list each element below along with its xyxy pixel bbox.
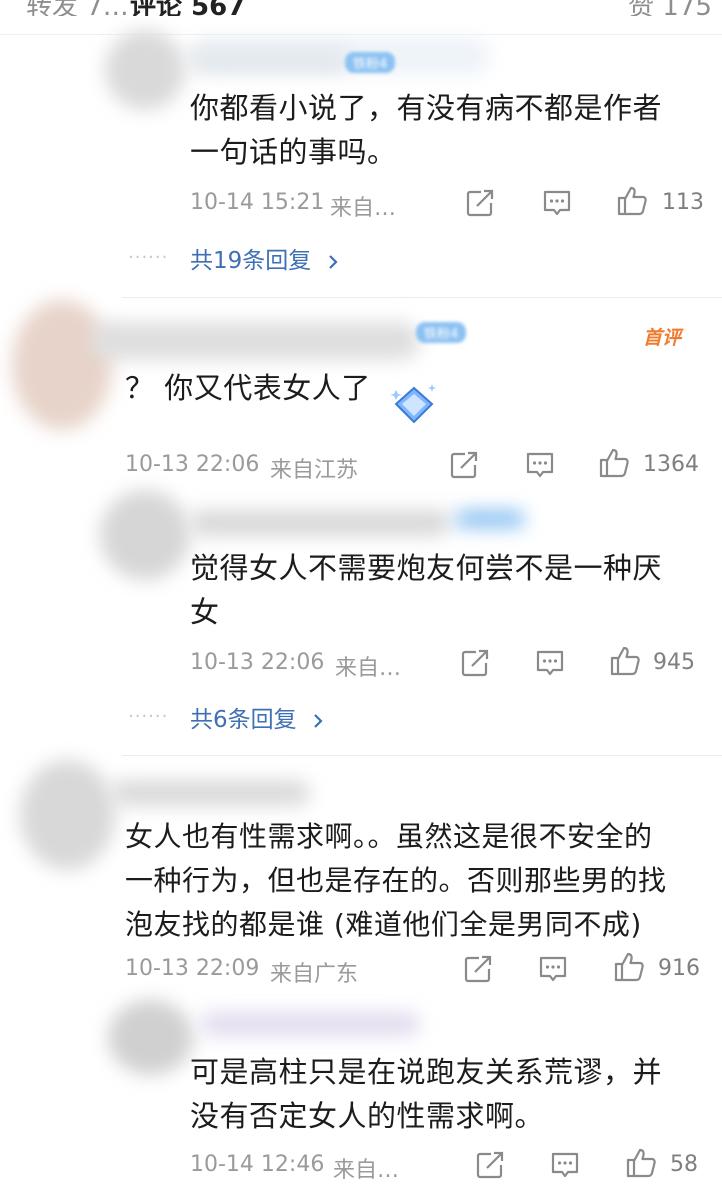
- chevron-right-icon: [328, 254, 338, 269]
- tab-comments[interactable]: 评论 567: [130, 0, 245, 16]
- avatar[interactable]: [108, 1000, 193, 1075]
- view-replies-link[interactable]: 共6条回复: [190, 700, 326, 734]
- username[interactable]: [90, 322, 420, 360]
- comment-text: 女人也有性需求啊。。虽然这是很不安全的 一种行为，但也是存在的。否则那些男的找 …: [125, 820, 667, 941]
- comment-icon[interactable]: [536, 952, 570, 986]
- comment-text: 可是高柱只是在说跑友关系荒谬，并 没有否定女人的性需求啊。: [190, 1055, 663, 1133]
- like-count: 945: [653, 650, 695, 675]
- like-count: 916: [658, 956, 700, 981]
- username[interactable]: [190, 510, 450, 536]
- like-count: 1364: [643, 452, 699, 477]
- avatar[interactable]: [100, 490, 190, 580]
- divider: [122, 755, 722, 756]
- fan-level-badge: [455, 510, 525, 528]
- avatar[interactable]: [20, 760, 115, 870]
- comment-time: 10-13 22:06: [125, 452, 260, 477]
- view-replies-link[interactable]: 共19条回复: [190, 241, 341, 275]
- tab-likes[interactable]: 赞 175: [628, 0, 712, 16]
- avatar[interactable]: [12, 300, 112, 430]
- comment-time: 10-14 12:46: [190, 1152, 325, 1177]
- comment-location: 来自江苏: [270, 458, 359, 483]
- fan-level-badge: 铁粉4: [345, 52, 396, 73]
- comment-icon[interactable]: [548, 1148, 582, 1182]
- first-comment-badge: 首评: [643, 327, 682, 349]
- comment-time: 10-13 22:09: [125, 956, 260, 981]
- comment-time: 10-14 15:21: [190, 190, 325, 215]
- thumbs-up-icon[interactable]: [624, 1146, 658, 1180]
- comment-tabs: 转发 7… 评论 567 赞 175: [0, 0, 722, 16]
- comment-location: 来自…: [330, 196, 397, 221]
- avatar[interactable]: [105, 30, 185, 110]
- username-blur: [190, 38, 490, 74]
- fan-level-badge: 铁粉4: [416, 322, 467, 343]
- diamond-sticker: [390, 384, 436, 424]
- share-icon[interactable]: [473, 1148, 507, 1182]
- chevron-right-icon: [314, 713, 323, 728]
- thumbs-up-icon[interactable]: [612, 950, 646, 984]
- comment-text: 你都看小说了，有没有病不都是作者 一句话的事吗。: [190, 91, 663, 169]
- username[interactable]: [110, 780, 310, 806]
- divider: [122, 297, 722, 298]
- thumbs-up-icon[interactable]: [597, 446, 631, 480]
- reply-dots: ······: [128, 706, 169, 727]
- tabs-divider: [0, 34, 722, 35]
- reply-dots: ······: [128, 247, 169, 268]
- thumbs-up-icon[interactable]: [615, 184, 649, 218]
- share-icon[interactable]: [463, 186, 497, 220]
- comment-location: 来自…: [335, 656, 402, 681]
- share-icon[interactable]: [447, 448, 481, 482]
- tab-reposts[interactable]: 转发 7…: [26, 0, 129, 16]
- comment-icon[interactable]: [523, 448, 557, 482]
- comment-text: 觉得女人不需要炮友何尝不是一种厌 女: [190, 551, 663, 629]
- username[interactable]: [200, 1012, 420, 1036]
- comment-time: 10-13 22:06: [190, 650, 325, 675]
- like-count: 58: [670, 1152, 698, 1177]
- comment-location: 来自…: [333, 1158, 400, 1183]
- share-icon[interactable]: [458, 646, 492, 680]
- comment-icon[interactable]: [540, 186, 574, 220]
- thumbs-up-icon[interactable]: [608, 644, 642, 678]
- share-icon[interactable]: [461, 952, 495, 986]
- comment-icon[interactable]: [533, 646, 567, 680]
- like-count: 113: [662, 190, 704, 215]
- comment-location: 来自广东: [270, 962, 359, 987]
